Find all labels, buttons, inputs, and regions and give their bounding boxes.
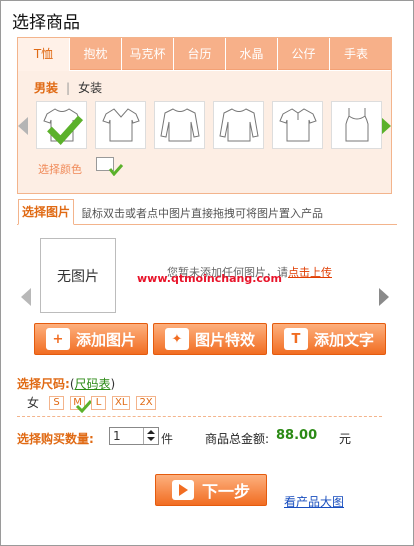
image-next-arrow-icon[interactable] xyxy=(379,288,389,306)
selected-check-icon xyxy=(47,115,84,145)
tab-select-image[interactable]: 选择图片 xyxy=(18,199,74,225)
watermark: www.qtmoinchang.com xyxy=(137,272,282,285)
total-price: 88.00 xyxy=(276,428,318,443)
product-subpanel: 男装 | 女装 选择颜色 xyxy=(18,71,391,193)
add-image-button[interactable]: + 添加图片 xyxy=(34,323,148,355)
tab-watch[interactable]: 手表 xyxy=(330,38,382,70)
size-label-row: 选择尺码:(尺码表) xyxy=(17,375,115,392)
next-arrow-icon[interactable] xyxy=(381,117,391,135)
size-option-m[interactable]: M xyxy=(70,395,93,413)
image-effects-button[interactable]: ✦ 图片特效 xyxy=(153,323,267,355)
magic-wand-icon: ✦ xyxy=(164,328,189,350)
product-tabs: T恤 抱枕 马克杯 台历 水晶 公仔 手表 xyxy=(18,38,391,71)
image-box: 无图片 您暂未添加任何图片，请点击上传 www.qtmoinchang.com … xyxy=(17,224,397,368)
long-sleeve-icon xyxy=(159,108,200,142)
size-option-s[interactable]: S xyxy=(49,395,65,410)
tab-tshirt[interactable]: T恤 xyxy=(18,38,70,71)
image-effects-label: 图片特效 xyxy=(194,330,255,349)
tab-doll[interactable]: 公仔 xyxy=(278,38,330,70)
add-image-icon: + xyxy=(45,328,70,350)
quantity-label: 选择购买数量: xyxy=(17,432,94,446)
add-text-label: 添加文字 xyxy=(313,330,374,349)
view-large-image-link[interactable]: 看产品大图 xyxy=(284,493,344,510)
size-option-2x[interactable]: 2X xyxy=(136,395,156,410)
add-image-label: 添加图片 xyxy=(75,330,136,349)
next-step-button[interactable]: 下一步 xyxy=(155,474,267,506)
page-title: 选择商品 xyxy=(12,13,80,33)
product-panel: T恤 抱枕 马克杯 台历 水晶 公仔 手表 男装 | 女装 选择颜色 xyxy=(17,37,392,194)
spin-down-icon[interactable] xyxy=(147,437,155,441)
tab-mug[interactable]: 马克杯 xyxy=(122,38,174,70)
tab-men[interactable]: 男装 xyxy=(34,79,58,96)
quantity-stepper xyxy=(143,428,158,444)
image-hint: 鼠标双击或者点中图片直接拖拽可将图片置入产品 xyxy=(81,207,323,220)
style-list xyxy=(36,101,382,149)
image-prev-arrow-icon[interactable] xyxy=(21,288,31,306)
size-label: 选择尺码: xyxy=(17,377,70,391)
total-label: 商品总金额: xyxy=(205,432,270,446)
vneck-tee-icon xyxy=(101,108,140,142)
size-option-l[interactable]: L xyxy=(91,395,107,410)
selected-check-icon xyxy=(108,164,124,176)
spin-up-icon[interactable] xyxy=(147,430,155,434)
upload-link[interactable]: 点击上传 xyxy=(288,266,332,279)
size-options: 女 S M L XL 2X xyxy=(27,394,156,413)
tab-pillow[interactable]: 抱枕 xyxy=(70,38,122,70)
total-unit: 元 xyxy=(339,432,352,446)
gender-tabs: 男装 | 女装 xyxy=(34,79,102,96)
image-action-row: + 添加图片 ✦ 图片特效 T 添加文字 xyxy=(34,323,386,355)
section-divider xyxy=(17,416,382,417)
tab-crystal[interactable]: 水晶 xyxy=(226,38,278,70)
long-sleeve-icon xyxy=(218,108,259,142)
size-paren-close: ) xyxy=(110,377,116,391)
no-image-placeholder: 无图片 xyxy=(40,238,116,313)
style-item-crew-tee[interactable] xyxy=(36,101,87,149)
style-item-long-sleeve-2[interactable] xyxy=(213,101,264,149)
style-item-long-sleeve[interactable] xyxy=(154,101,205,149)
size-option-xl[interactable]: XL xyxy=(112,395,131,410)
style-item-polo[interactable] xyxy=(272,101,323,149)
style-item-tank[interactable] xyxy=(331,101,382,149)
image-panel: 选择图片 鼠标双击或者点中图片直接拖拽可将图片置入产品 无图片 您暂未添加任何图… xyxy=(17,199,399,369)
tank-top-icon xyxy=(345,108,368,142)
gender-separator: | xyxy=(66,81,71,95)
quantity-unit: 件 xyxy=(161,432,174,446)
arrow-right-icon xyxy=(171,480,194,500)
next-step-label: 下一步 xyxy=(201,482,250,501)
add-text-button[interactable]: T 添加文字 xyxy=(272,323,386,355)
polo-icon xyxy=(278,108,317,142)
style-item-vneck-tee[interactable] xyxy=(95,101,146,149)
text-tool-icon: T xyxy=(283,328,308,350)
size-gender: 女 xyxy=(27,396,40,410)
size-table-link[interactable]: 尺码表 xyxy=(75,377,111,391)
tab-women[interactable]: 女装 xyxy=(78,79,102,96)
color-label: 选择颜色 xyxy=(38,163,82,176)
prev-arrow-icon[interactable] xyxy=(18,117,28,135)
tab-calendar[interactable]: 台历 xyxy=(174,38,226,70)
